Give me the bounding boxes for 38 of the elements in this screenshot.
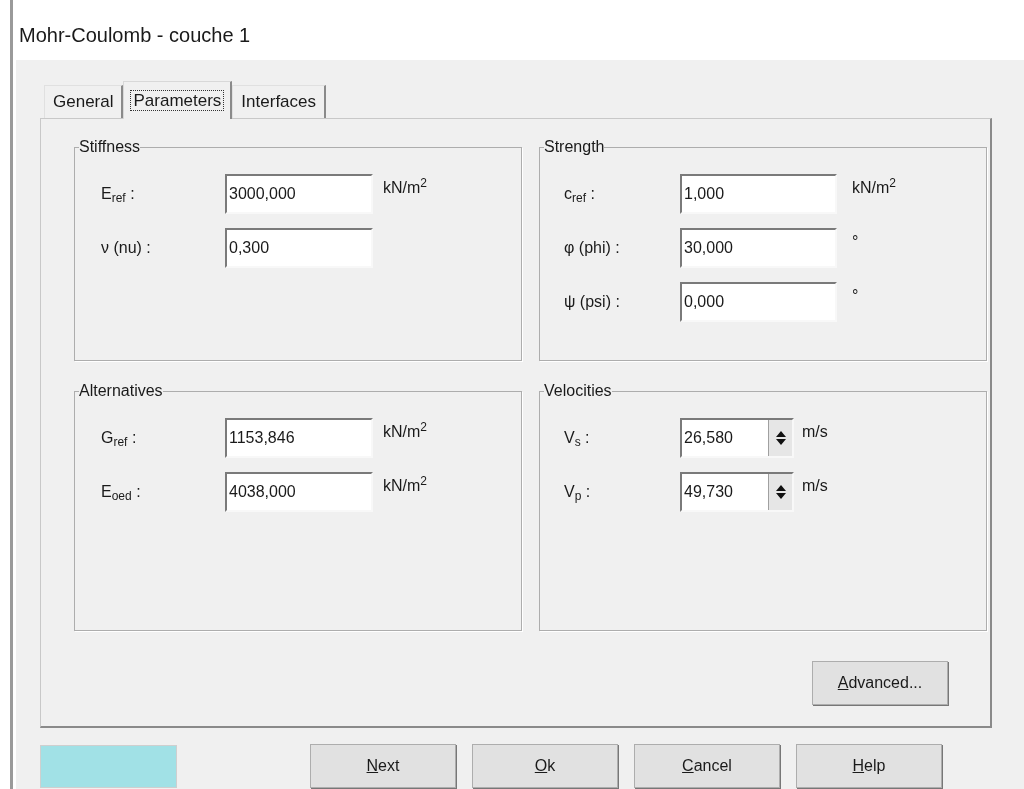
field-label: c$_{ref}$ :: [564, 184, 596, 206]
unit-label: m/s: [802, 422, 828, 442]
dialog-button[interactable]: Ok: [472, 744, 618, 788]
field-label: φ (phi) :: [564, 238, 621, 258]
dialog-button[interactable]: Next: [310, 744, 456, 788]
input-field[interactable]: 0,000: [680, 282, 837, 322]
field-label: ψ (psi) :: [564, 292, 621, 312]
advanced-button[interactable]: Advanced...: [812, 661, 948, 705]
spin-field[interactable]: 49,730: [680, 472, 794, 512]
dialog-button[interactable]: Cancel: [634, 744, 780, 788]
spinner-arrows-icon[interactable]: [774, 483, 787, 501]
unit-label: kN/m$^{2}$: [852, 176, 896, 198]
input-field[interactable]: 4038,000: [225, 472, 373, 512]
unit-label: °: [852, 232, 859, 252]
input-field[interactable]: 1153,846: [225, 418, 373, 458]
tab[interactable]: Parameters: [123, 81, 233, 119]
spinner-arrows-icon[interactable]: [774, 429, 787, 447]
field-label: G$_{ref}$ :: [101, 428, 138, 450]
unit-label: kN/m$^{2}$: [383, 474, 427, 496]
input-field[interactable]: 30,000: [680, 228, 837, 268]
unit-label: °: [852, 286, 859, 306]
dialog-button[interactable]: Help: [796, 744, 942, 788]
unit-label: kN/m$^{2}$: [383, 420, 427, 442]
input-field[interactable]: 0,300: [225, 228, 373, 268]
window-title: Mohr-Coulomb - couche 1: [19, 23, 252, 48]
field-label: ν (nu) :: [101, 238, 152, 258]
field-label: E$_{ref}$ :: [101, 184, 136, 206]
unit-label: kN/m$^{2}$: [383, 176, 427, 198]
tab[interactable]: Interfaces: [232, 85, 326, 118]
input-field[interactable]: 3000,000: [225, 174, 373, 214]
field-label: E$_{oed}$ :: [101, 482, 142, 504]
unit-label: m/s: [802, 476, 828, 496]
group-title: Strength: [544, 137, 605, 157]
field-label: V$_{p}$ :: [564, 482, 592, 504]
input-field[interactable]: 1,000: [680, 174, 837, 214]
field-label: V$_{s}$ :: [564, 428, 591, 450]
spin-field[interactable]: 26,580: [680, 418, 794, 458]
tab[interactable]: General: [44, 85, 124, 118]
